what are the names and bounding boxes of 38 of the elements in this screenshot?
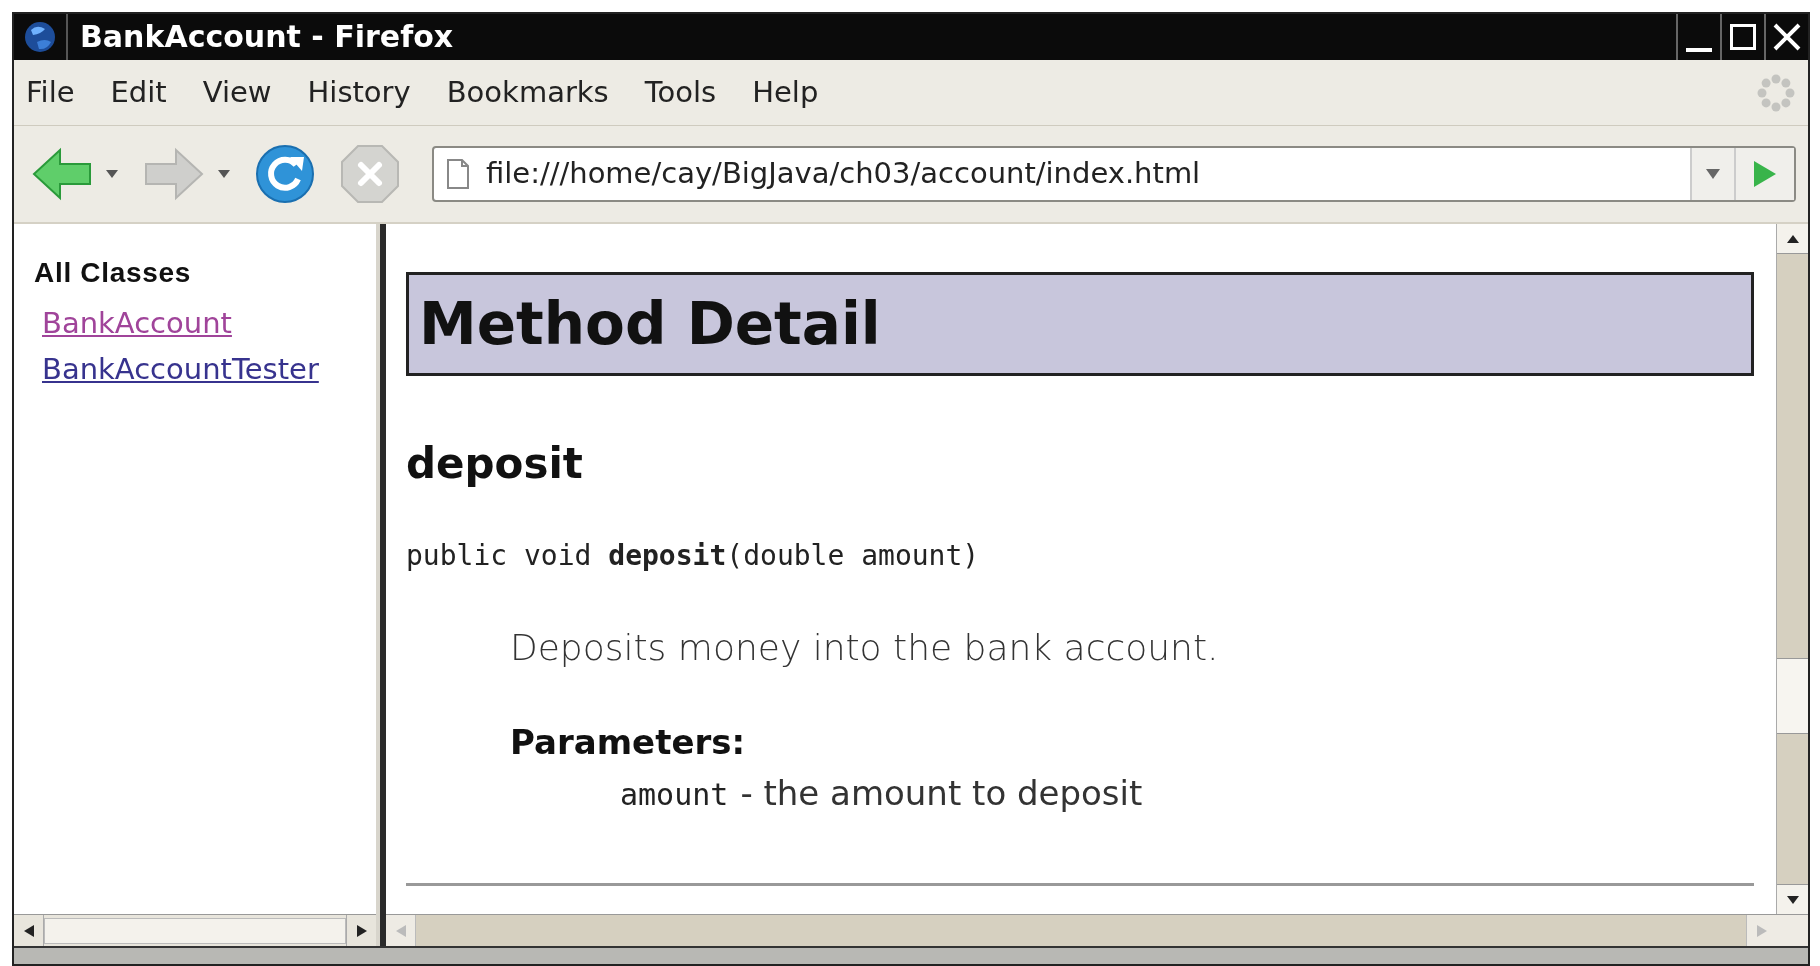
address-bar[interactable]: file:///home/cay/BigJava/ch03/account/index.html: [432, 146, 1796, 202]
play-arrow-icon: [1752, 159, 1778, 189]
url-text: file:///home/cay/BigJava/ch03/account/index.html: [486, 155, 1201, 193]
dropdown-caret-icon[interactable]: [106, 170, 118, 178]
dropdown-caret-icon[interactable]: [218, 170, 230, 178]
menu-item[interactable]: Help: [752, 70, 819, 115]
menu-item[interactable]: Bookmarks: [446, 70, 609, 115]
menu-item[interactable]: File: [26, 70, 75, 115]
right-arrow-icon[interactable]: [356, 924, 367, 937]
up-arrow-icon[interactable]: [1786, 234, 1799, 243]
parameter-description: - the amount to deposit: [740, 772, 1143, 815]
page-icon: [446, 159, 470, 189]
close-icon: [1772, 22, 1802, 52]
back-arrow-icon[interactable]: [30, 146, 94, 202]
method-name: deposit: [406, 438, 584, 490]
reload-icon[interactable]: [254, 143, 316, 205]
parameter-name: amount: [620, 776, 729, 814]
horizontal-scrollbar[interactable]: [14, 914, 376, 946]
class-link[interactable]: BankAccount: [42, 300, 376, 346]
caret-icon: [1706, 169, 1720, 179]
window-title: BankAccount - Firefox: [80, 22, 454, 52]
vertical-scrollbar[interactable]: [1776, 224, 1808, 914]
down-arrow-icon[interactable]: [1786, 895, 1799, 904]
globe-icon: [23, 20, 57, 54]
throbber-icon: [1756, 72, 1796, 113]
history-dropdown-button[interactable]: [1690, 148, 1734, 200]
menu-item[interactable]: Edit: [110, 70, 167, 115]
method-signature: public void deposit(double amount): [406, 538, 981, 574]
section-title: Method Detail: [419, 288, 881, 360]
scrollbar-thumb[interactable]: [1777, 658, 1808, 734]
menu-item[interactable]: Tools: [644, 70, 717, 115]
left-arrow-icon[interactable]: [23, 924, 34, 937]
class-link[interactable]: BankAccountTester: [42, 346, 376, 392]
menu-item[interactable]: View: [202, 70, 272, 115]
parameters-label: Parameters:: [510, 721, 747, 764]
sidebar-heading: All Classes: [34, 256, 193, 290]
method-description: Deposits money into the bank account.: [510, 626, 1220, 670]
menu-item[interactable]: History: [307, 70, 411, 115]
